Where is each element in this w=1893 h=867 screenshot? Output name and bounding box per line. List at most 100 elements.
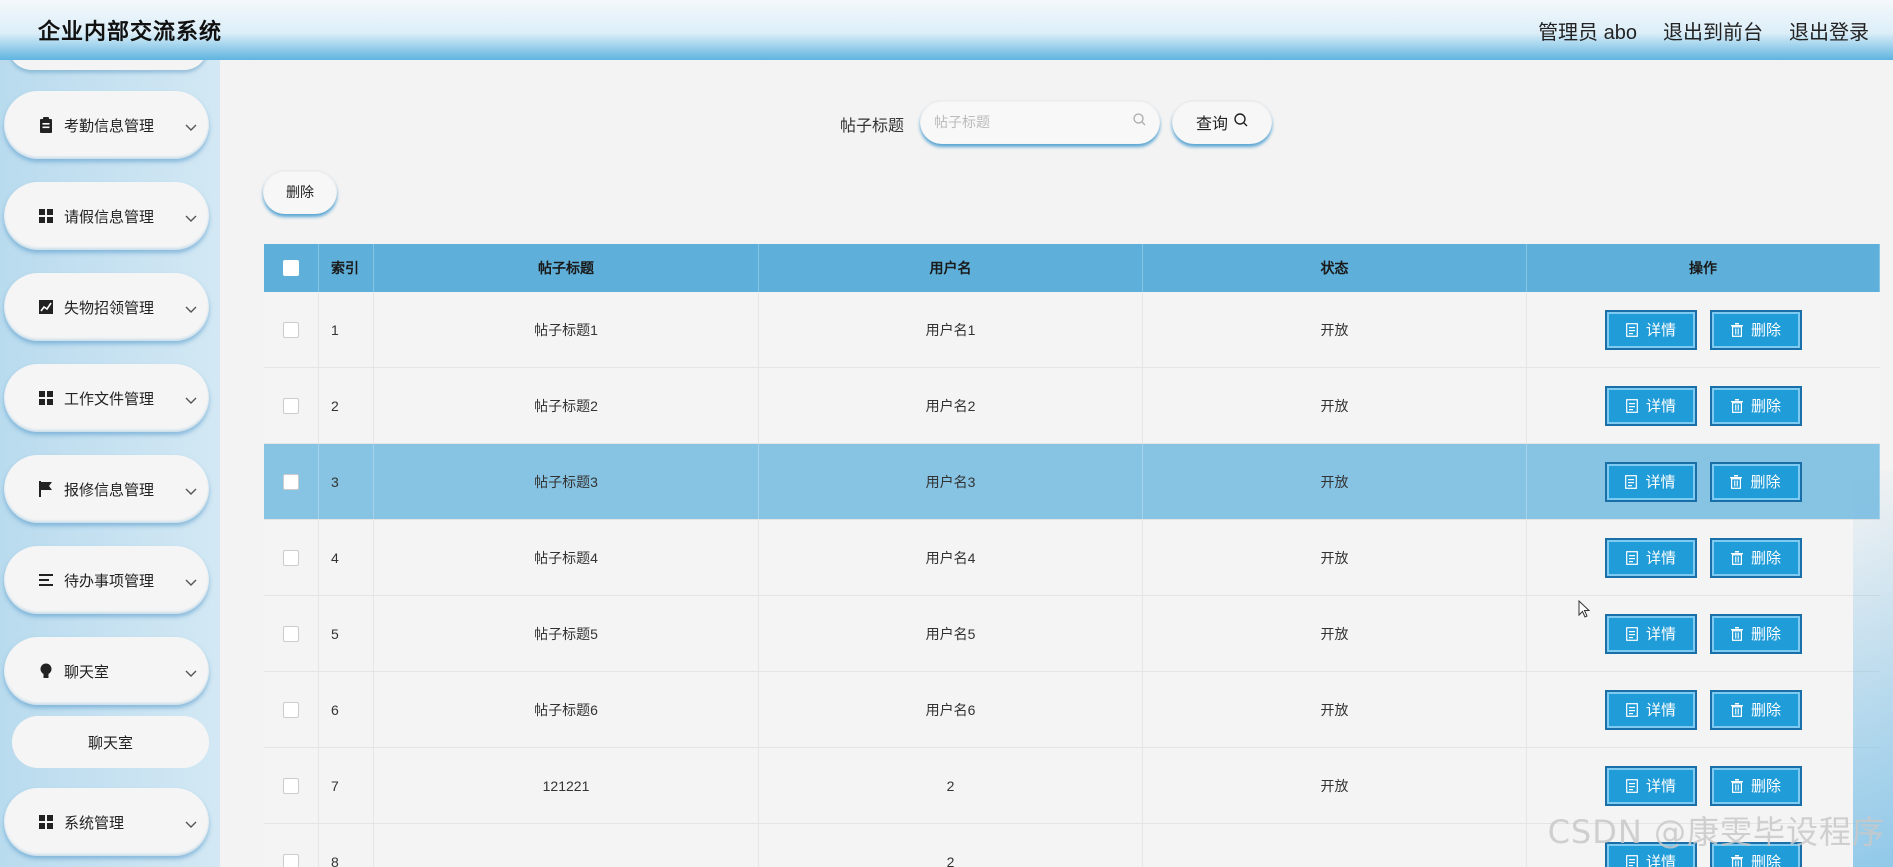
posts-table: 索引 帖子标题 用户名 状态 操作 1 帖子标题1 用户名1 开放 详情 删除 2 帖子标题2…	[264, 244, 1880, 867]
table-row[interactable]: 4 帖子标题4 用户名4 开放 详情 删除	[264, 520, 1880, 596]
query-button[interactable]: 查询	[1172, 100, 1272, 144]
grid-icon	[38, 208, 54, 224]
table-body: 1 帖子标题1 用户名1 开放 详情 删除 2 帖子标题2 用户名2 开放 详情 删除 3 帖子标题3 用户…	[264, 292, 1880, 867]
sidebar-item-work-files[interactable]: 工作文件管理	[4, 364, 209, 432]
detail-button[interactable]: 详情	[1605, 537, 1697, 578]
row-index: 5	[319, 596, 374, 671]
row-user: 2	[759, 748, 1143, 823]
detail-button-label: 详情	[1645, 702, 1676, 719]
header-status: 状态	[1143, 244, 1527, 292]
table-row[interactable]: 5 帖子标题5 用户名5 开放 详情 删除	[264, 596, 1880, 672]
delete-button[interactable]: 删除	[1710, 537, 1802, 578]
header-user: 用户名	[759, 244, 1143, 292]
row-checkbox-cell	[264, 444, 319, 519]
row-index: 2	[319, 368, 374, 443]
watermark: CSDN @康雯毕设程序	[1547, 813, 1885, 851]
admin-user-label[interactable]: 管理员 abo	[1538, 16, 1637, 45]
table-row[interactable]: 2 帖子标题2 用户名2 开放 详情 删除	[264, 368, 1880, 444]
row-checkbox[interactable]	[283, 473, 299, 490]
trash-icon	[1730, 398, 1745, 413]
document-icon	[1626, 778, 1640, 793]
row-checkbox[interactable]	[283, 701, 299, 718]
row-index: 8	[319, 824, 374, 867]
search-label: 帖子标题	[840, 118, 905, 135]
batch-delete-button[interactable]: 删除	[263, 170, 337, 214]
row-status: 开放	[1143, 596, 1527, 671]
sidebar-item-label: 工作文件管理	[64, 390, 155, 408]
search-input[interactable]	[934, 114, 1133, 130]
delete-button[interactable]: 删除	[1710, 689, 1802, 730]
detail-button-label: 详情	[1645, 626, 1676, 643]
main-content: 帖子标题 查询 删除 索引 帖子标题 用户名 状态 操作 1帖子标题1用户名1开…	[220, 60, 1893, 867]
logout-link[interactable]: 退出登录	[1789, 16, 1869, 45]
delete-button[interactable]: 删除	[1710, 765, 1802, 806]
row-user: 用户名4	[759, 520, 1143, 595]
row-checkbox-cell	[264, 824, 319, 867]
grid-icon	[38, 814, 54, 830]
delete-button-label: 删除	[1750, 322, 1781, 339]
delete-button[interactable]: 删除	[1709, 461, 1802, 502]
row-title: 帖子标题3	[374, 444, 759, 519]
row-status: 开放	[1143, 368, 1527, 443]
row-checkbox[interactable]	[283, 777, 299, 794]
trash-icon	[1730, 778, 1745, 793]
row-checkbox[interactable]	[283, 853, 299, 867]
document-icon	[1625, 474, 1639, 489]
trash-icon	[1730, 854, 1745, 867]
detail-button[interactable]: 详情	[1605, 689, 1697, 730]
table-row[interactable]: 6 帖子标题6 用户名6 开放 详情 删除	[264, 672, 1880, 748]
clipboard-icon	[38, 117, 54, 133]
row-title: 帖子标题2	[374, 368, 759, 443]
row-title: 121221	[374, 748, 759, 823]
row-checkbox[interactable]	[283, 397, 299, 414]
document-icon	[1626, 854, 1640, 867]
chevron-down-icon	[185, 816, 197, 834]
row-checkbox[interactable]	[283, 321, 299, 338]
bulb-icon	[38, 663, 54, 679]
sidebar-item-label: 失物招领管理	[64, 299, 155, 317]
sidebar-item-todo[interactable]: 待办事项管理	[4, 546, 209, 614]
chevron-down-icon	[185, 392, 197, 410]
header-ops: 操作	[1527, 244, 1880, 292]
select-all-checkbox[interactable]	[283, 260, 299, 276]
delete-button-label: 删除	[1750, 550, 1781, 567]
table-row[interactable]: 3 帖子标题3 用户名3 开放 详情 删除	[264, 444, 1880, 520]
detail-button[interactable]: 详情	[1604, 461, 1697, 502]
row-index: 6	[319, 672, 374, 747]
table-row[interactable]: 1 帖子标题1 用户名1 开放 详情 删除	[264, 292, 1880, 368]
row-user: 用户名1	[759, 292, 1143, 367]
row-status: 开放	[1143, 520, 1527, 595]
sidebar-item-attendance[interactable]: 考勤信息管理	[4, 91, 209, 159]
delete-button-label: 删除	[1750, 778, 1781, 795]
sidebar-item-chatroom[interactable]: 聊天室	[4, 637, 209, 705]
detail-button-label: 详情	[1645, 778, 1676, 795]
detail-button[interactable]: 详情	[1605, 309, 1697, 350]
top-right-links: 管理员 abo 退出到前台 退出登录	[1538, 16, 1869, 45]
row-status: 开放	[1143, 748, 1527, 823]
detail-button[interactable]: 详情	[1605, 613, 1697, 654]
detail-button[interactable]: 详情	[1605, 765, 1697, 806]
sidebar-item-leave[interactable]: 请假信息管理	[4, 182, 209, 250]
chevron-down-icon	[185, 119, 197, 137]
sidebar-subitem-chatroom[interactable]: 聊天室	[12, 716, 209, 768]
row-checkbox[interactable]	[283, 549, 299, 566]
row-checkbox[interactable]	[283, 625, 299, 642]
delete-button[interactable]: 删除	[1710, 613, 1802, 654]
search-box[interactable]	[920, 100, 1160, 144]
chevron-down-icon	[185, 574, 197, 592]
delete-button[interactable]: 删除	[1710, 309, 1802, 350]
document-icon	[1626, 550, 1640, 565]
sidebar-item-repair[interactable]: 报修信息管理	[4, 455, 209, 523]
delete-button[interactable]: 删除	[1710, 385, 1802, 426]
exit-to-front-link[interactable]: 退出到前台	[1663, 16, 1763, 45]
sidebar-item-system[interactable]: 系统管理	[4, 788, 209, 856]
row-ops: 详情 删除	[1527, 672, 1880, 747]
sidebar-item-lost-found[interactable]: 失物招领管理	[4, 273, 209, 341]
document-icon	[1626, 626, 1640, 641]
detail-button[interactable]: 详情	[1605, 385, 1697, 426]
trash-icon	[1730, 322, 1745, 337]
sidebar-item-label: 报修信息管理	[64, 481, 155, 499]
header-index: 索引	[319, 244, 374, 292]
query-button-label: 查询	[1195, 116, 1228, 133]
trash-icon	[1730, 550, 1745, 565]
